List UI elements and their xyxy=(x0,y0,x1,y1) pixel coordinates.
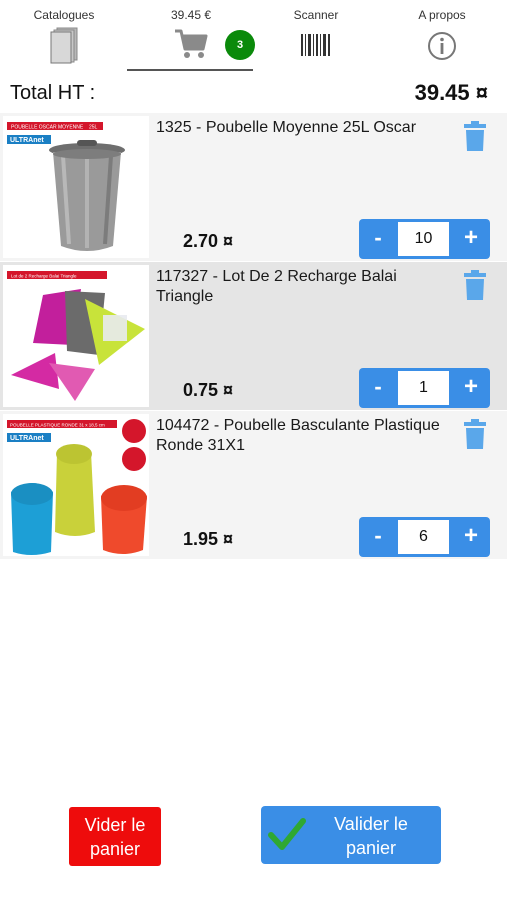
validate-cart-label: Valider le panier xyxy=(334,814,408,858)
product-name: 104472 - Poubelle Basculante Plastique R… xyxy=(156,417,440,454)
increase-quantity-button[interactable]: + xyxy=(452,219,490,259)
increase-quantity-button[interactable]: + xyxy=(452,517,490,557)
decrease-quantity-button[interactable]: - xyxy=(359,517,397,557)
product-name: 1325 - Poubelle Moyenne 25L Oscar xyxy=(156,119,417,136)
cart-item: POUBELLE PLASTIQUE RONDE 31 x 18,5 cm UL… xyxy=(0,411,507,559)
product-price: 2.70 ¤ xyxy=(183,231,234,251)
product-name: 117327 - Lot De 2 Recharge Balai Triangl… xyxy=(156,268,397,305)
tab-catalogues-label: Catalogues xyxy=(33,8,95,22)
quantity-field[interactable] xyxy=(398,222,449,256)
product-price: 0.75 ¤ xyxy=(183,380,234,400)
decrease-quantity-button[interactable]: - xyxy=(359,219,397,259)
product-price: 1.95 ¤ xyxy=(183,529,234,549)
product-image-banner-text: Lot de 2 Recharge Balai Triangle xyxy=(11,274,77,279)
quantity-stepper: - + xyxy=(359,517,490,557)
info-icon xyxy=(427,31,457,66)
tab-about[interactable]: A propos xyxy=(392,0,492,72)
increase-quantity-button[interactable]: + xyxy=(452,368,490,408)
product-image-banner-size: 25L xyxy=(89,125,98,131)
product-image-trash-can: POUBELLE OSCAR MOYENNE 25L ULTRAnet xyxy=(3,116,149,258)
cart-count-badge: 3 xyxy=(225,30,255,60)
tab-about-label: A propos xyxy=(418,8,466,22)
quantity-field[interactable] xyxy=(398,520,449,554)
checkmark-icon xyxy=(267,815,307,861)
trash-icon[interactable] xyxy=(463,121,487,151)
product-image-banner-text: POUBELLE OSCAR MOYENNE xyxy=(11,125,84,131)
tab-scanner[interactable]: Scanner xyxy=(266,0,366,72)
top-tab-bar: Catalogues 39.45 € 3 Scanner A propos xyxy=(0,0,507,76)
cart-icon xyxy=(174,28,208,65)
catalogues-icon xyxy=(49,26,79,69)
product-image-brand: ULTRAnet xyxy=(10,435,44,442)
tab-cart[interactable]: 39.45 € xyxy=(141,0,241,72)
empty-cart-label: Vider le panier xyxy=(84,814,146,859)
trash-icon[interactable] xyxy=(463,419,487,449)
tab-cart-label: 39.45 € xyxy=(170,8,212,22)
product-image-mop-refills: Lot de 2 Recharge Balai Triangle xyxy=(3,265,149,407)
barcode-icon xyxy=(301,34,331,61)
total-value: 39.45 ¤ xyxy=(414,80,488,105)
cart-item: Lot de 2 Recharge Balai Triangle 117327 … xyxy=(0,262,507,410)
tab-scanner-label: Scanner xyxy=(293,8,339,22)
quantity-stepper: - + xyxy=(359,368,490,408)
total-label: Total HT : xyxy=(10,82,96,104)
active-tab-indicator xyxy=(127,69,253,71)
quantity-field[interactable] xyxy=(398,371,449,405)
quantity-stepper: - + xyxy=(359,219,490,259)
product-image-brand: ULTRAnet xyxy=(10,137,44,144)
cart-total-row: Total HT : 39.45 ¤ xyxy=(0,78,507,110)
product-image-banner-text: POUBELLE PLASTIQUE RONDE 31 x 18,5 cm xyxy=(10,423,105,428)
empty-cart-button[interactable]: Vider le panier xyxy=(69,807,161,866)
tab-catalogues[interactable]: Catalogues xyxy=(14,0,114,72)
cart-item: POUBELLE OSCAR MOYENNE 25L ULTRAnet 1325… xyxy=(0,113,507,261)
product-image-round-bins: POUBELLE PLASTIQUE RONDE 31 x 18,5 cm UL… xyxy=(3,414,149,556)
decrease-quantity-button[interactable]: - xyxy=(359,368,397,408)
validate-cart-button[interactable]: Valider le panier xyxy=(261,806,441,864)
trash-icon[interactable] xyxy=(463,270,487,300)
